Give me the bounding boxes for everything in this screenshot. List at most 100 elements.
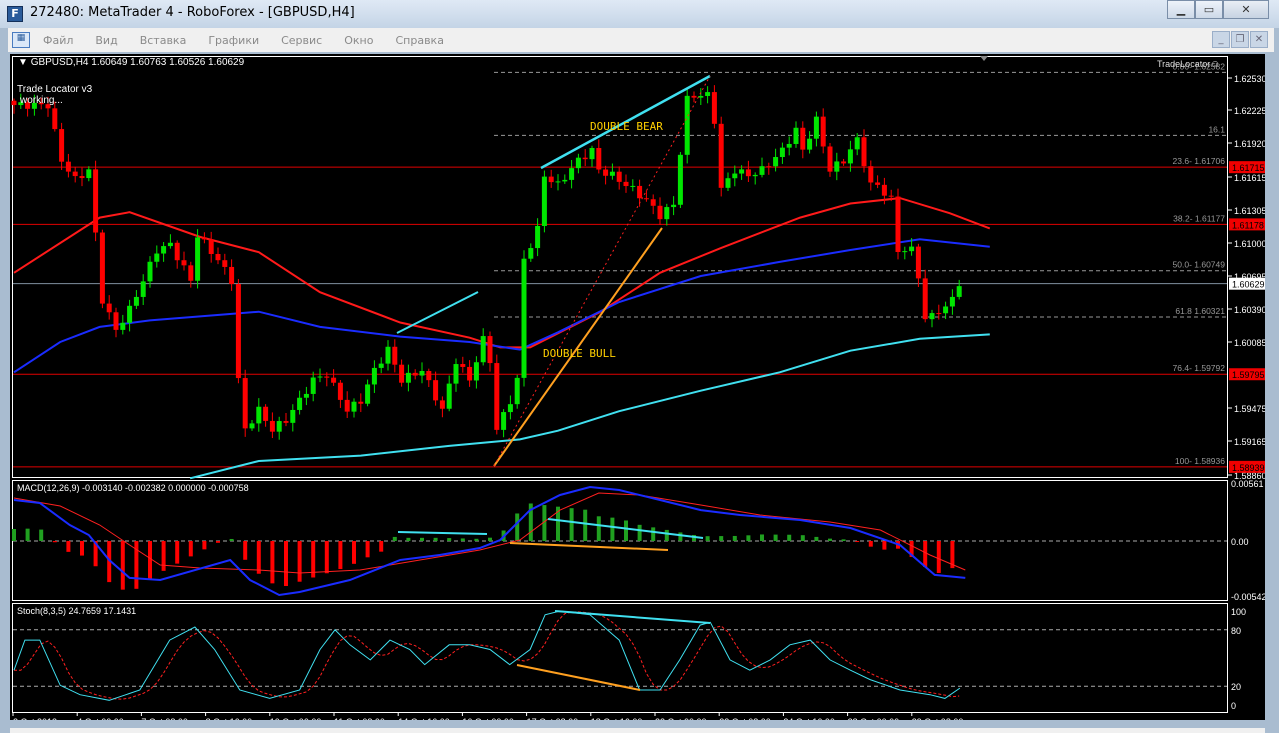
bull-candle bbox=[630, 185, 636, 187]
bull-candle bbox=[535, 225, 541, 249]
bull-candle bbox=[807, 138, 813, 150]
bear-candle bbox=[426, 370, 432, 381]
minimize-button[interactable]: ▁ bbox=[1167, 0, 1195, 19]
close-button[interactable]: ✕ bbox=[1223, 0, 1269, 19]
menu-charts[interactable]: Графики bbox=[205, 32, 262, 49]
bear-candle bbox=[603, 169, 609, 176]
fib-level-label: 16.1 bbox=[1208, 124, 1225, 134]
bear-candle bbox=[52, 108, 58, 130]
bull-candle bbox=[365, 384, 371, 404]
bull-candle bbox=[385, 346, 391, 364]
bull-candle bbox=[120, 322, 126, 330]
bull-candle bbox=[501, 412, 507, 430]
macd-histogram-bar bbox=[338, 541, 343, 570]
bear-candle bbox=[623, 181, 629, 187]
current-price-label: 1.60629 bbox=[1232, 280, 1265, 290]
trendline-cyan[interactable] bbox=[396, 291, 479, 334]
bear-candle bbox=[331, 377, 337, 383]
macd-histogram-bar bbox=[406, 537, 411, 541]
bear-candle bbox=[861, 137, 867, 167]
bull-candle bbox=[317, 376, 323, 378]
stoch-trendline-orange[interactable] bbox=[516, 664, 641, 691]
chart-minimize-button[interactable]: _ bbox=[1212, 31, 1230, 48]
bull-candle bbox=[161, 246, 167, 254]
bear-candle bbox=[875, 182, 881, 185]
collapse-arrow-icon: ▼ bbox=[18, 57, 31, 68]
macd-trendline-orange[interactable] bbox=[509, 542, 669, 551]
bull-candle bbox=[297, 397, 303, 410]
time-label: 8 Oct 16:00 bbox=[206, 717, 253, 720]
bull-candle bbox=[793, 127, 799, 144]
time-label: 10 Oct 00:00 bbox=[270, 717, 322, 720]
menu-view[interactable]: Вид bbox=[92, 32, 120, 49]
bear-candle bbox=[820, 116, 826, 147]
gbpusd-chart[interactable]: 0.00- 1.6258216.123.6- 1.6170638.2- 1.61… bbox=[10, 54, 1265, 720]
bear-candle bbox=[11, 100, 17, 106]
macd-histogram-bar bbox=[828, 538, 832, 541]
menu-file[interactable]: Файл bbox=[40, 32, 76, 49]
chart-restore-button[interactable]: ❐ bbox=[1231, 31, 1249, 48]
maximize-button[interactable]: ▭ bbox=[1195, 0, 1223, 19]
chart-window-icon[interactable]: ▦ bbox=[12, 32, 30, 48]
chart-close-button[interactable]: ✕ bbox=[1250, 31, 1268, 48]
stoch-tick-label: 0 bbox=[1231, 701, 1236, 711]
menu-insert[interactable]: Вставка bbox=[137, 32, 190, 49]
metatrader-icon: F bbox=[7, 6, 23, 22]
bull-candle bbox=[664, 207, 670, 220]
bear-candle bbox=[548, 176, 554, 183]
bull-candle bbox=[167, 242, 173, 247]
macd-histogram-bar bbox=[39, 529, 44, 541]
chart-window[interactable]: 0.00- 1.62582 16.1 23.6- 1.61706 38.2- 1.61… bbox=[10, 54, 1265, 720]
bear-candle bbox=[242, 378, 248, 429]
bear-candle bbox=[657, 205, 663, 220]
time-label: 22 Oct 00:00 bbox=[655, 717, 707, 720]
bull-candle bbox=[507, 404, 513, 413]
time-label: 23 Oct 08:00 bbox=[719, 717, 771, 720]
macd-histogram-bar bbox=[297, 541, 302, 582]
time-label: 24 Oct 16:00 bbox=[783, 717, 835, 720]
macd-histogram-bar bbox=[365, 541, 370, 558]
macd-histogram-bar bbox=[583, 509, 588, 541]
bear-candle bbox=[106, 303, 112, 313]
macd-histogram-bar bbox=[284, 541, 288, 587]
macd-histogram-bar bbox=[52, 541, 57, 543]
menu-tools[interactable]: Сервис bbox=[278, 32, 325, 49]
macd-histogram-bar bbox=[324, 541, 329, 574]
time-label: 17 Oct 08:00 bbox=[527, 717, 579, 720]
macd-histogram-bar bbox=[868, 541, 873, 547]
bear-candle bbox=[439, 400, 445, 409]
bear-candle bbox=[616, 171, 622, 182]
window-title: 272480: MetaTrader 4 - RoboForex - [GBPU… bbox=[30, 5, 355, 20]
bear-candle bbox=[263, 406, 269, 421]
macd-trendline-cyan[interactable] bbox=[397, 531, 488, 535]
macd-histogram-bar bbox=[936, 541, 941, 573]
menu-help[interactable]: Справка bbox=[392, 32, 446, 49]
menu-window[interactable]: Окно bbox=[341, 32, 376, 49]
bull-candle bbox=[779, 147, 785, 158]
stoch-trendline-cyan[interactable] bbox=[554, 610, 711, 624]
bull-candle bbox=[732, 173, 738, 179]
price-tick-label: 1.60390 bbox=[1234, 305, 1265, 315]
bull-candle bbox=[902, 251, 908, 253]
bear-candle bbox=[208, 239, 214, 254]
stoch-pane-border bbox=[12, 603, 1228, 713]
bull-candle bbox=[562, 179, 568, 182]
bear-candle bbox=[596, 147, 602, 170]
chart-tabs-bar[interactable] bbox=[10, 728, 1265, 733]
price-marker-label: 1.59795 bbox=[1232, 370, 1265, 380]
price-marker-label: 1.61715 bbox=[1232, 163, 1265, 173]
title-bar: F 272480: MetaTrader 4 - RoboForex - [GB… bbox=[0, 0, 1279, 28]
price-tick-label: 1.61920 bbox=[1234, 139, 1265, 149]
chart-shift-marker[interactable] bbox=[980, 56, 988, 61]
menu-bar: ▦ Файл Вид Вставка Графики Сервис Окно С… bbox=[8, 28, 1274, 52]
time-label: 18 Oct 16:00 bbox=[591, 717, 643, 720]
bull-candle bbox=[480, 336, 486, 363]
symbol-ohlc: GBPUSD,H4 1.60649 1.60763 1.60526 1.6062… bbox=[31, 57, 245, 68]
bear-candle bbox=[188, 265, 194, 281]
bear-candle bbox=[582, 157, 588, 160]
macd-histogram-bar bbox=[624, 520, 628, 541]
bear-candle bbox=[113, 312, 119, 330]
bear-candle bbox=[324, 376, 330, 378]
macd-tick-label: -0.005428 bbox=[1231, 592, 1265, 602]
bull-candle bbox=[786, 143, 792, 148]
